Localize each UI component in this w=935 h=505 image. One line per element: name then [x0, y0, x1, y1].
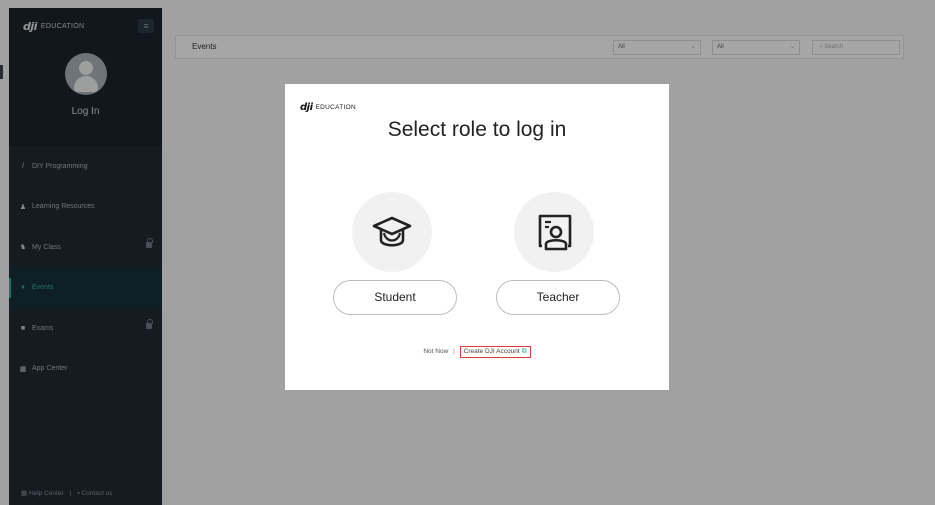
dji-education-logo: dji EDUCATION [300, 102, 357, 113]
student-role-icon[interactable] [352, 192, 432, 272]
teacher-board-icon [538, 214, 572, 251]
dialog-title: Select role to log in [387, 118, 567, 141]
create-dji-account-link[interactable]: Create DJI Account ⧉ [459, 346, 531, 358]
external-link-icon: ⧉ [521, 348, 527, 355]
graduation-cap-icon [372, 216, 412, 247]
student-button[interactable]: Student [333, 280, 457, 315]
role-select-dialog: dji EDUCATION Select role to log in Stud… [285, 84, 669, 390]
teacher-button[interactable]: Teacher [496, 280, 620, 315]
dialog-footer-links: Not Now | Create DJI Account ⧉ [285, 346, 669, 358]
not-now-link[interactable]: Not Now [423, 348, 448, 355]
teacher-role-icon[interactable] [514, 192, 594, 272]
